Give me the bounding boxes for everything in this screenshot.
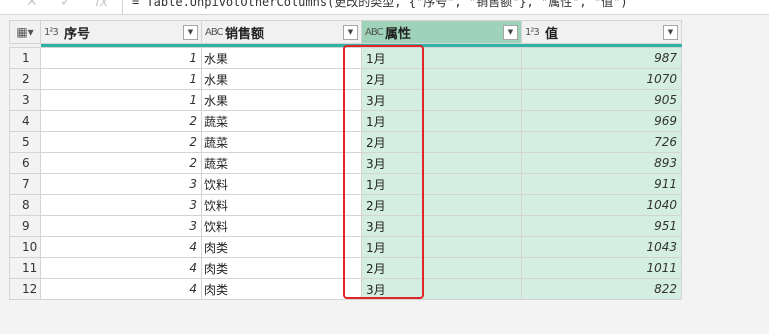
seq-cell[interactable]: 2 xyxy=(40,110,202,132)
filter-dropdown-button[interactable]: ▼ xyxy=(183,24,198,40)
column-label: 序号 xyxy=(64,26,91,42)
data-grid: ▦▾ 1²3 序号 ▼ ABC 销售额 ▼ ABC 属性 ▼ 1²3 值 ▼ 1… xyxy=(9,20,682,300)
attribute-cell[interactable]: 2月 xyxy=(361,131,522,153)
table-row[interactable]: 10 4 肉类 1月 1043 xyxy=(9,236,682,258)
attribute-cell[interactable]: 1月 xyxy=(361,110,522,132)
filter-dropdown-button[interactable]: ▼ xyxy=(503,24,518,40)
seq-cell[interactable]: 2 xyxy=(40,131,202,153)
value-cell[interactable]: 1043 xyxy=(521,236,682,258)
filter-dropdown-button[interactable]: ▼ xyxy=(343,24,358,40)
seq-cell[interactable]: 4 xyxy=(40,236,202,258)
check-icon[interactable]: ✓ xyxy=(60,0,72,10)
table-row[interactable]: 6 2 蔬菜 3月 893 xyxy=(9,152,682,174)
sales-cell[interactable]: 肉类 xyxy=(201,257,362,279)
value-cell[interactable]: 911 xyxy=(521,173,682,195)
row-number[interactable]: 5 xyxy=(9,131,41,153)
seq-cell[interactable]: 4 xyxy=(40,257,202,279)
column-header-value[interactable]: 1²3 值 ▼ xyxy=(521,20,682,44)
attribute-cell[interactable]: 3月 xyxy=(361,215,522,237)
seq-cell[interactable]: 3 xyxy=(40,215,202,237)
attribute-cell[interactable]: 3月 xyxy=(361,89,522,111)
sales-cell[interactable]: 肉类 xyxy=(201,278,362,300)
column-header-attribute[interactable]: ABC 属性 ▼ xyxy=(361,20,522,44)
column-label: 属性 xyxy=(385,26,412,42)
sales-cell[interactable]: 肉类 xyxy=(201,236,362,258)
sales-cell[interactable]: 水果 xyxy=(201,47,362,69)
sales-cell[interactable]: 蔬菜 xyxy=(201,110,362,132)
formula-text[interactable]: = Table.UnpivotOtherColumns(更改的类型, {"序号"… xyxy=(132,0,628,10)
value-cell[interactable]: 905 xyxy=(521,89,682,111)
filter-dropdown-button[interactable]: ▼ xyxy=(663,24,678,40)
attribute-cell[interactable]: 2月 xyxy=(361,68,522,90)
value-cell[interactable]: 1040 xyxy=(521,194,682,216)
grid-body: 1 1 水果 1月 987 2 1 水果 2月 1070 3 1 水果 3月 9… xyxy=(9,47,682,300)
table-menu-button[interactable]: ▦▾ xyxy=(9,20,41,44)
row-number[interactable]: 3 xyxy=(9,89,41,111)
seq-cell[interactable]: 1 xyxy=(40,89,202,111)
row-number[interactable]: 7 xyxy=(9,173,41,195)
table-row[interactable]: 4 2 蔬菜 1月 969 xyxy=(9,110,682,132)
row-number[interactable]: 11 xyxy=(9,257,41,279)
seq-cell[interactable]: 2 xyxy=(40,152,202,174)
attribute-cell[interactable]: 2月 xyxy=(361,194,522,216)
sales-cell[interactable]: 蔬菜 xyxy=(201,131,362,153)
value-cell[interactable]: 1070 xyxy=(521,68,682,90)
attribute-cell[interactable]: 3月 xyxy=(361,152,522,174)
seq-cell[interactable]: 1 xyxy=(40,68,202,90)
sales-cell[interactable]: 蔬菜 xyxy=(201,152,362,174)
sales-cell[interactable]: 饮料 xyxy=(201,173,362,195)
table-row[interactable]: 2 1 水果 2月 1070 xyxy=(9,68,682,90)
column-label: 值 xyxy=(545,26,559,42)
row-number[interactable]: 2 xyxy=(9,68,41,90)
formula-bar: ✕ ✓ fx = Table.UnpivotOtherColumns(更改的类型… xyxy=(0,0,769,15)
row-number[interactable]: 9 xyxy=(9,215,41,237)
seq-cell[interactable]: 1 xyxy=(40,47,202,69)
number-type-icon[interactable]: 1²3 xyxy=(525,27,545,38)
value-cell[interactable]: 951 xyxy=(521,215,682,237)
value-cell[interactable]: 987 xyxy=(521,47,682,69)
seq-cell[interactable]: 3 xyxy=(40,173,202,195)
table-row[interactable]: 8 3 饮料 2月 1040 xyxy=(9,194,682,216)
table-row[interactable]: 3 1 水果 3月 905 xyxy=(9,89,682,111)
column-header-sales[interactable]: ABC 销售额 ▼ xyxy=(201,20,362,44)
value-cell[interactable]: 893 xyxy=(521,152,682,174)
number-type-icon[interactable]: 1²3 xyxy=(44,27,64,38)
text-type-icon[interactable]: ABC xyxy=(205,27,225,38)
close-icon[interactable]: ✕ xyxy=(26,0,38,10)
sales-cell[interactable]: 饮料 xyxy=(201,215,362,237)
row-number[interactable]: 6 xyxy=(9,152,41,174)
table-grid-icon: ▦▾ xyxy=(16,25,34,39)
column-header-seq[interactable]: 1²3 序号 ▼ xyxy=(40,20,202,44)
seq-cell[interactable]: 3 xyxy=(40,194,202,216)
formula-divider xyxy=(122,0,123,14)
attribute-cell[interactable]: 3月 xyxy=(361,278,522,300)
text-type-icon[interactable]: ABC xyxy=(365,27,385,38)
attribute-cell[interactable]: 1月 xyxy=(361,47,522,69)
sales-cell[interactable]: 水果 xyxy=(201,89,362,111)
table-row[interactable]: 9 3 饮料 3月 951 xyxy=(9,215,682,237)
table-row[interactable]: 1 1 水果 1月 987 xyxy=(9,47,682,69)
row-number[interactable]: 10 xyxy=(9,236,41,258)
table-row[interactable]: 11 4 肉类 2月 1011 xyxy=(9,257,682,279)
column-label: 销售额 xyxy=(225,26,265,42)
value-cell[interactable]: 1011 xyxy=(521,257,682,279)
row-number[interactable]: 4 xyxy=(9,110,41,132)
attribute-cell[interactable]: 2月 xyxy=(361,257,522,279)
row-number[interactable]: 1 xyxy=(9,47,41,69)
sales-cell[interactable]: 水果 xyxy=(201,68,362,90)
attribute-cell[interactable]: 1月 xyxy=(361,236,522,258)
value-cell[interactable]: 726 xyxy=(521,131,682,153)
table-row[interactable]: 5 2 蔬菜 2月 726 xyxy=(9,131,682,153)
value-cell[interactable]: 822 xyxy=(521,278,682,300)
seq-cell[interactable]: 4 xyxy=(40,278,202,300)
attribute-cell[interactable]: 1月 xyxy=(361,173,522,195)
row-number[interactable]: 8 xyxy=(9,194,41,216)
value-cell[interactable]: 969 xyxy=(521,110,682,132)
fx-icon: fx xyxy=(95,0,109,10)
table-row[interactable]: 7 3 饮料 1月 911 xyxy=(9,173,682,195)
row-number[interactable]: 12 xyxy=(9,278,41,300)
table-row[interactable]: 12 4 肉类 3月 822 xyxy=(9,278,682,300)
sales-cell[interactable]: 饮料 xyxy=(201,194,362,216)
